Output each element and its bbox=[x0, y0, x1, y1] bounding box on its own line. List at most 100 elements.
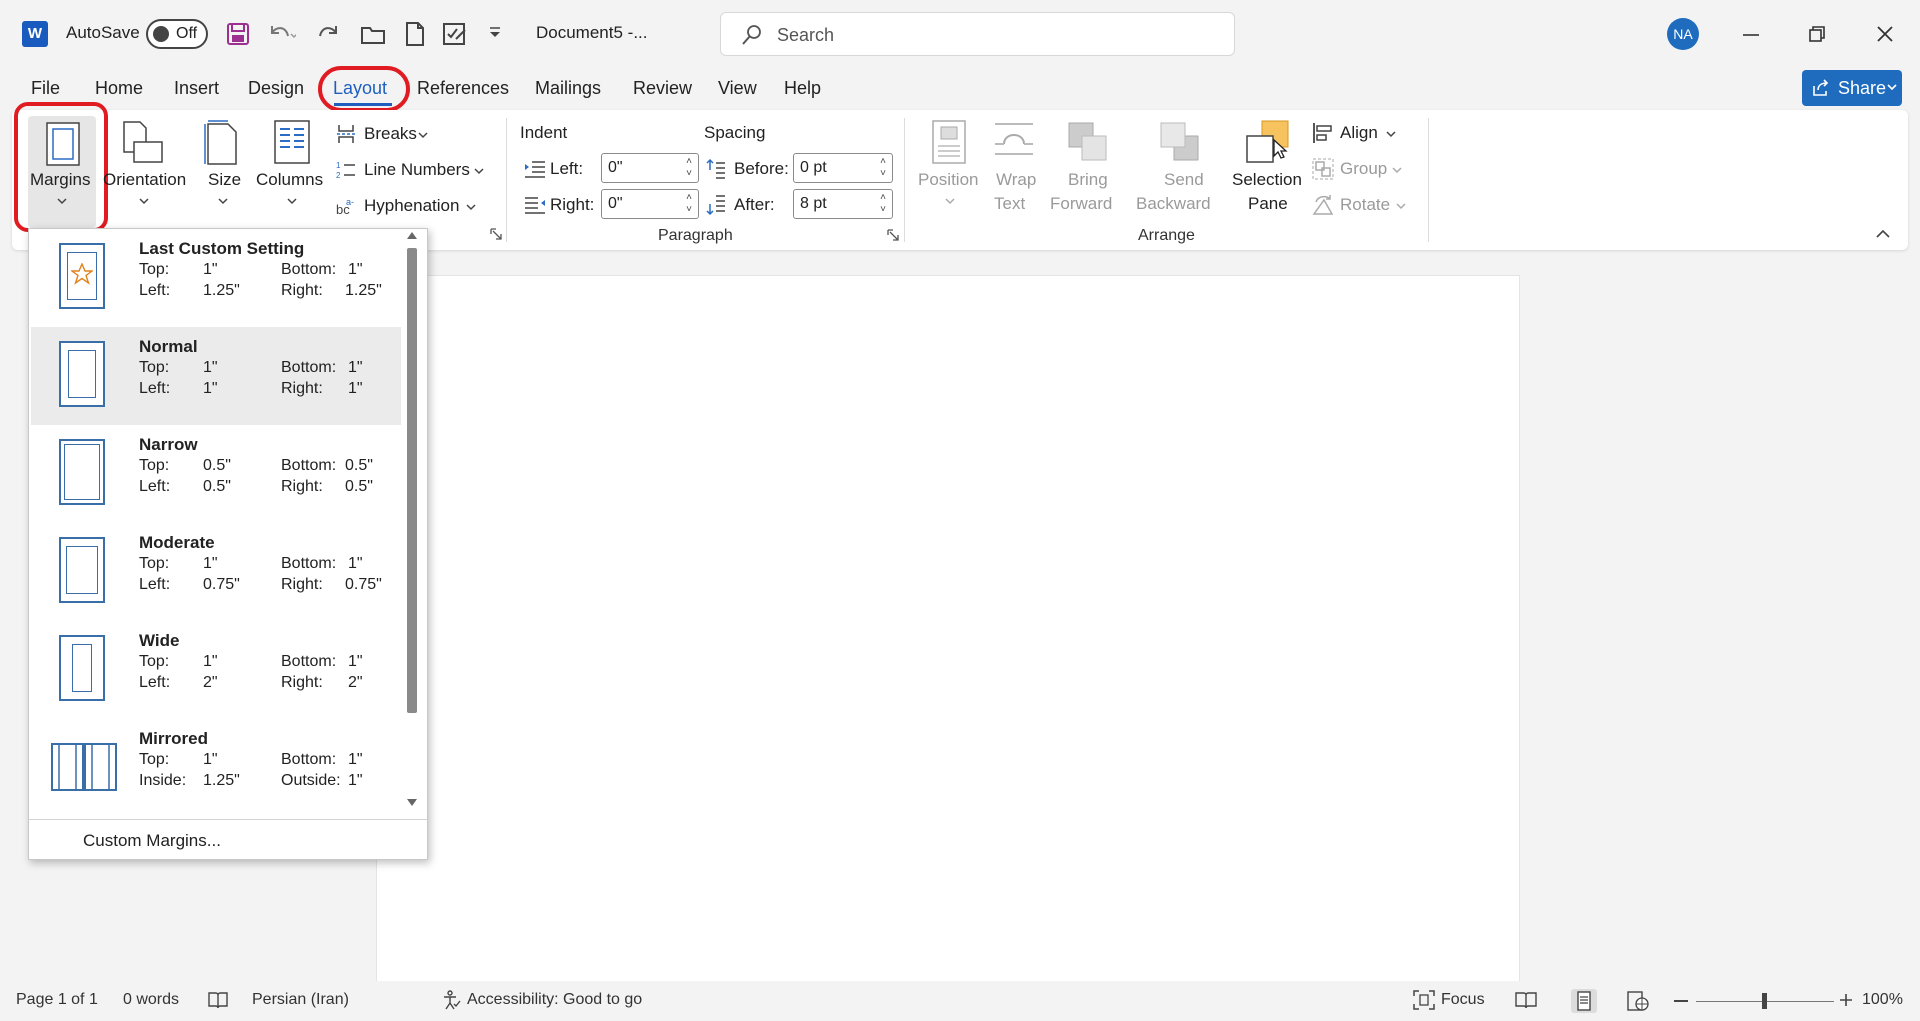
focus-icon[interactable] bbox=[1413, 990, 1435, 1010]
tab-mailings[interactable]: Mailings bbox=[535, 78, 601, 99]
tab-file[interactable]: File bbox=[31, 78, 60, 99]
share-button[interactable]: Share bbox=[1802, 70, 1902, 106]
spin-arrows-icon[interactable]: ˄ ˅ bbox=[686, 192, 692, 216]
left-value: 1" bbox=[203, 380, 218, 397]
size-button[interactable]: Size bbox=[198, 116, 248, 216]
accessibility-icon[interactable] bbox=[441, 990, 461, 1010]
columns-label: Columns bbox=[256, 170, 324, 189]
columns-button[interactable]: Columns bbox=[256, 116, 328, 216]
selection-pane-button[interactable]: Selection Pane bbox=[1232, 116, 1304, 216]
bottom-label: Bottom: bbox=[281, 751, 337, 768]
spacing-before-input[interactable]: 0 pt ˄ ˅ bbox=[793, 153, 893, 183]
page-count[interactable]: Page 1 of 1 bbox=[16, 991, 98, 1009]
language-indicator[interactable]: Persian (Iran) bbox=[252, 991, 349, 1009]
margin-thumbnail bbox=[59, 341, 105, 407]
spin-arrows-icon[interactable]: ˄ ˅ bbox=[880, 156, 886, 180]
spacing-after-input[interactable]: 8 pt ˄ ˅ bbox=[793, 189, 893, 219]
tab-references[interactable]: References bbox=[417, 78, 509, 99]
wrap-text-label-1: Wrap bbox=[996, 170, 1037, 189]
tab-home[interactable]: Home bbox=[95, 78, 143, 99]
new-document-icon[interactable] bbox=[404, 21, 426, 47]
left-label: Left: bbox=[139, 478, 171, 495]
user-avatar[interactable]: NA bbox=[1667, 18, 1699, 50]
line-numbers-button[interactable]: 12 Line Numbers bbox=[336, 158, 486, 184]
tab-design[interactable]: Design bbox=[248, 78, 304, 99]
chevron-down-icon bbox=[945, 198, 955, 206]
left-label: Inside: bbox=[139, 772, 187, 789]
hyphenation-button[interactable]: bc a- Hyphenation bbox=[336, 194, 486, 220]
spin-arrows-icon[interactable]: ˄ ˅ bbox=[686, 156, 692, 180]
scroll-up-icon[interactable] bbox=[406, 230, 418, 240]
search-box[interactable]: Search bbox=[720, 12, 1235, 56]
read-mode-icon[interactable] bbox=[1515, 991, 1537, 1009]
margin-option-wide[interactable]: Wide Top: 1" Bottom: 1" Left: 2" Right: … bbox=[31, 621, 401, 719]
edit-form-icon[interactable] bbox=[442, 21, 468, 47]
bottom-value: 1" bbox=[348, 261, 363, 278]
dropdown-scrollbar[interactable] bbox=[404, 230, 418, 810]
zoom-in-icon[interactable] bbox=[1839, 993, 1853, 1007]
position-icon bbox=[932, 120, 966, 164]
tab-review[interactable]: Review bbox=[633, 78, 692, 99]
minimize-icon[interactable] bbox=[1742, 33, 1760, 37]
margin-thumbnail bbox=[59, 243, 105, 309]
redo-icon[interactable] bbox=[318, 22, 342, 46]
bottom-label: Bottom: bbox=[281, 653, 337, 670]
orientation-button[interactable]: Orientation bbox=[103, 116, 186, 216]
collapse-ribbon-icon[interactable] bbox=[1876, 229, 1890, 239]
align-icon bbox=[1312, 122, 1334, 144]
margin-option-narrow[interactable]: Narrow Top: 0.5" Bottom: 0.5" Left: 0.5"… bbox=[31, 425, 401, 523]
selection-pane-label-1: Selection bbox=[1232, 170, 1302, 189]
open-folder-icon[interactable] bbox=[360, 22, 386, 46]
status-bar: Page 1 of 1 0 words Persian (Iran) Acces… bbox=[0, 981, 1920, 1021]
scroll-thumb[interactable] bbox=[407, 248, 417, 713]
margin-option-last-custom[interactable]: Last Custom Setting Top: 1" Bottom: 1" L… bbox=[31, 229, 401, 327]
chevron-down-icon bbox=[1386, 131, 1396, 139]
zoom-out-icon[interactable] bbox=[1674, 1000, 1688, 1002]
bring-forward-label-1: Bring bbox=[1068, 170, 1108, 189]
breaks-button[interactable]: Breaks bbox=[336, 122, 446, 148]
tab-insert[interactable]: Insert bbox=[174, 78, 219, 99]
save-icon[interactable] bbox=[226, 22, 250, 46]
autosave-state: Off bbox=[176, 25, 198, 42]
restore-icon[interactable] bbox=[1808, 25, 1826, 43]
top-value: 1" bbox=[203, 555, 218, 572]
web-layout-icon[interactable] bbox=[1627, 991, 1649, 1011]
margin-option-normal[interactable]: Normal Top: 1" Bottom: 1" Left: 1" Right… bbox=[31, 327, 401, 425]
send-backward-label-1: Send bbox=[1164, 170, 1204, 189]
spacing-before-label: Before: bbox=[734, 159, 789, 178]
undo-icon[interactable] bbox=[266, 22, 296, 46]
customize-toolbar-icon[interactable] bbox=[488, 26, 502, 40]
autosave-toggle[interactable]: Off bbox=[146, 19, 208, 49]
accessibility-status[interactable]: Accessibility: Good to go bbox=[467, 991, 642, 1009]
tab-help[interactable]: Help bbox=[784, 78, 821, 99]
hyphenation-icon: bc a- bbox=[336, 196, 358, 218]
indent-left-input[interactable]: 0" ˄ ˅ bbox=[601, 153, 699, 183]
word-count[interactable]: 0 words bbox=[123, 991, 179, 1009]
document-page[interactable] bbox=[376, 275, 1520, 990]
option-name: Wide bbox=[139, 631, 180, 650]
align-button[interactable]: Align bbox=[1312, 120, 1402, 146]
left-label: Left: bbox=[139, 380, 171, 397]
focus-label[interactable]: Focus bbox=[1441, 991, 1485, 1009]
tab-view[interactable]: View bbox=[718, 78, 757, 99]
spacing-after-value: 8 pt bbox=[800, 195, 827, 212]
scroll-down-icon[interactable] bbox=[406, 798, 418, 808]
spin-arrows-icon[interactable]: ˄ ˅ bbox=[880, 192, 886, 216]
margin-option-mirrored[interactable]: Mirrored Top: 1" Bottom: 1" Inside: 1.25… bbox=[31, 719, 401, 817]
print-layout-icon[interactable] bbox=[1571, 989, 1597, 1013]
bottom-value: 1" bbox=[348, 555, 363, 572]
indent-right-input[interactable]: 0" ˄ ˅ bbox=[601, 189, 699, 219]
right-value: 1" bbox=[348, 772, 363, 789]
close-icon[interactable] bbox=[1876, 25, 1894, 43]
zoom-level[interactable]: 100% bbox=[1862, 991, 1903, 1009]
proofing-book-icon[interactable] bbox=[208, 991, 228, 1009]
paragraph-group-label: Paragraph bbox=[658, 227, 733, 244]
star-icon bbox=[71, 263, 93, 285]
page-setup-dialog-launcher-icon[interactable] bbox=[490, 228, 502, 240]
custom-margins-item[interactable]: Custom Margins... bbox=[83, 831, 221, 851]
margin-option-moderate[interactable]: Moderate Top: 1" Bottom: 1" Left: 0.75" … bbox=[31, 523, 401, 621]
zoom-slider-thumb[interactable] bbox=[1762, 993, 1767, 1009]
size-label: Size bbox=[208, 170, 242, 189]
top-label: Top: bbox=[139, 653, 170, 670]
paragraph-dialog-launcher-icon[interactable] bbox=[887, 229, 899, 241]
